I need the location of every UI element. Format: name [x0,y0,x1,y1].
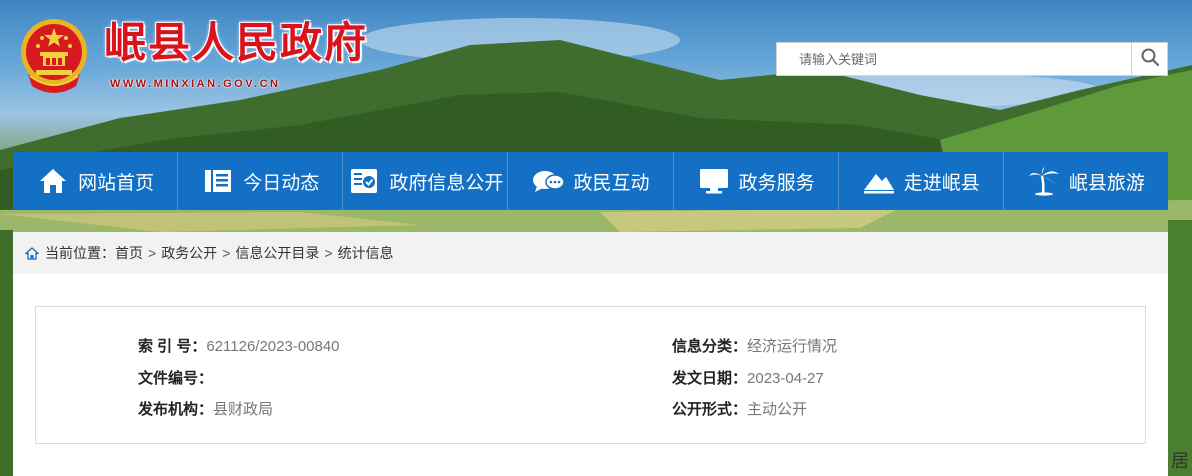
meta-date-row: 发文日期：2023-04-27 [672,367,824,388]
chat-icon [531,166,566,196]
nav-item-services[interactable]: 政务服务 [674,152,839,210]
nav-item-label: 政民互动 [573,171,650,194]
nav-item-label: 岷县旅游 [1068,171,1145,194]
nav-item-about-county[interactable]: 走进岷县 [839,152,1004,210]
nav-item-tourism[interactable]: 岷县旅游 [1004,152,1168,210]
meta-category-value: 经济运行情况 [747,338,838,355]
nav-item-today-news[interactable]: 今日动态 [178,152,344,210]
nav-item-gov-info[interactable]: 政府信息公开 [343,152,509,210]
meta-public-value: 主动公开 [747,401,808,418]
meta-index-label: 索 引 号： [138,338,207,355]
news-icon [201,166,235,196]
document-meta-box: 索 引 号：621126/2023-00840 文件编号： 发布机构：县财政局 … [35,306,1146,444]
meta-category-label: 信息分类： [672,338,748,355]
meta-date-label: 发文日期： [672,370,748,387]
search-input[interactable] [777,43,1131,75]
meta-public-label: 公开形式： [672,401,748,418]
home-small-icon [25,246,39,260]
meta-index-value: 621126/2023-00840 [206,338,340,355]
breadcrumb-info-catalog[interactable]: 信息公开目录 [235,243,319,263]
main-content: 索 引 号：621126/2023-00840 文件编号： 发布机构：县财政局 … [13,274,1168,476]
info-board-icon [347,166,381,196]
nav-item-label: 网站首页 [78,171,155,194]
site-title[interactable]: 岷县人民政府 [104,18,368,68]
breadcrumb: 当前位置： 首页 > 政务公开 > 信息公开目录 > 统计信息 [13,232,1168,274]
nav-item-label: 政府信息公开 [389,171,504,194]
breadcrumb-home[interactable]: 首页 [115,243,143,263]
nav-item-label: 政务服务 [738,171,815,194]
breadcrumb-statistics[interactable]: 统计信息 [338,243,394,263]
national-emblem-logo [18,16,90,94]
side-text-fragment: 居 [1171,451,1189,472]
meta-category-row: 信息分类：经济运行情况 [672,335,837,356]
search-button[interactable] [1131,43,1167,75]
meta-public-row: 公开形式：主动公开 [672,398,807,419]
meta-docno-label: 文件编号： [138,370,214,387]
nav-item-label: 今日动态 [243,171,320,194]
meta-docno-row: 文件编号： [138,367,213,388]
nav-item-label: 走进岷县 [903,171,980,194]
meta-index-row: 索 引 号：621126/2023-00840 [138,335,340,356]
meta-publisher-value: 县财政局 [213,401,274,418]
nav-item-interaction[interactable]: 政民互动 [508,152,674,210]
site-url: WWW.MINXIAN.GOV.CN [110,78,281,90]
search-icon [1140,47,1160,71]
nav-item-home[interactable]: 网站首页 [13,152,179,210]
breadcrumb-prefix: 当前位置： [45,245,115,261]
meta-publisher-label: 发布机构： [138,401,214,418]
home-icon [36,166,70,196]
breadcrumb-gov-affairs[interactable]: 政务公开 [161,243,217,263]
meta-date-value: 2023-04-27 [747,370,824,387]
meta-publisher-row: 发布机构：县财政局 [138,398,273,419]
main-nav: 网站首页 今日动态 政府信息公开 政民互动 政务服务 走进岷县 岷县旅游 [13,152,1168,210]
mountain-icon [862,166,896,196]
breadcrumb-separator: > [222,245,231,261]
monitor-icon [697,166,731,196]
breadcrumb-separator: > [324,245,333,261]
breadcrumb-separator: > [148,245,157,261]
palm-tree-icon [1027,166,1061,196]
search-box [776,42,1168,76]
